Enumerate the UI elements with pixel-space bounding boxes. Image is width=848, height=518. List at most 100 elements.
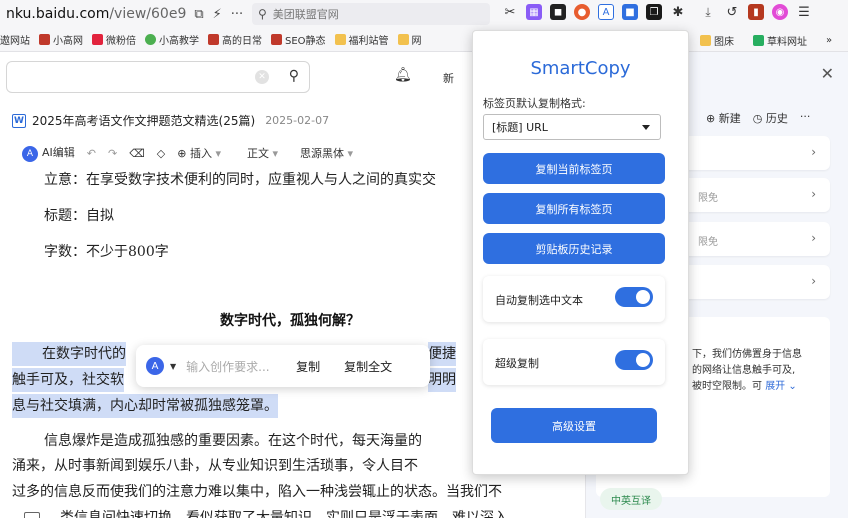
para1-line2-start: 触手可及，社交软 bbox=[12, 368, 124, 392]
lightning-icon[interactable]: ⚡ bbox=[213, 7, 222, 22]
folder-icon bbox=[397, 34, 409, 45]
more-icon[interactable]: ··· bbox=[800, 110, 811, 126]
bookmarks-overflow[interactable]: » bbox=[826, 35, 832, 46]
address-bar[interactable]: nku.baidu.com/view/60e9 bbox=[0, 6, 186, 22]
format-select[interactable]: [标题] URL bbox=[483, 114, 661, 140]
super-copy-toggle[interactable] bbox=[615, 350, 653, 370]
para2-line4: 类信息间快速切换，看似获取了大量知识，实则只是浮于表面，难以深入 bbox=[60, 510, 508, 518]
super-copy-label: 超级复制 bbox=[495, 357, 539, 370]
ai-logo-icon[interactable]: A bbox=[146, 357, 164, 375]
search-icon[interactable]: ⚲ bbox=[289, 68, 299, 84]
copy-all-tabs-button[interactable]: 复制所有标签页 bbox=[483, 193, 665, 224]
extension-dark-icon[interactable]: ◼ bbox=[550, 4, 566, 20]
close-icon[interactable]: ✕ bbox=[821, 64, 834, 83]
bookmark-item[interactable]: SEO静态 bbox=[271, 32, 326, 47]
translate-pill[interactable]: 中英互译 bbox=[600, 488, 662, 510]
chevron-right-icon: › bbox=[811, 145, 816, 159]
bell-icon[interactable]: 🔔︎ bbox=[394, 67, 412, 83]
word-doc-icon: W bbox=[12, 113, 26, 128]
style-select[interactable]: 正文 ▾ bbox=[247, 145, 278, 161]
auto-copy-toggle[interactable] bbox=[615, 287, 653, 307]
download-icon[interactable]: ⤓ bbox=[700, 4, 716, 20]
bookmark-item[interactable]: 微粉倍 bbox=[92, 32, 136, 47]
para2-line3: 过多的信息反而使我们的注意力难以集中，陷入一种浅尝辄止的状态。当我们不 bbox=[12, 484, 502, 500]
para2-line1: 信息爆炸是造成孤独感的重要因素。在这个时代，每天海量的 bbox=[44, 433, 422, 449]
doc-line-topic: 标题：自拟 bbox=[44, 208, 114, 224]
search-placeholder: 美团联盟官网 bbox=[272, 8, 339, 21]
chevron-right-icon: › bbox=[811, 231, 816, 245]
new-chat-button[interactable]: ⊕ 新建 bbox=[706, 110, 741, 126]
format-brush-icon[interactable]: ⌫ bbox=[129, 147, 145, 160]
eraser-icon[interactable]: ◇ bbox=[157, 147, 165, 160]
history-button[interactable]: ◷ 历史 bbox=[753, 110, 788, 126]
ai-prompt-input[interactable]: 输入创作要求... bbox=[186, 358, 286, 375]
para1-line3: 息与社交填满，内心却时常被孤独感笼罩。 bbox=[12, 394, 278, 418]
bookmark-item[interactable]: 小高教学 bbox=[145, 32, 199, 47]
menu-icon[interactable]: ☰ bbox=[796, 4, 812, 20]
bookmark-icon bbox=[271, 34, 282, 45]
clear-icon[interactable]: ✕ bbox=[255, 70, 269, 84]
smartcopy-extension-icon[interactable]: ❐ bbox=[646, 4, 662, 20]
doc-title: 2025年高考语文作文押题范文精选(25篇) bbox=[32, 114, 256, 128]
browser-search-box[interactable]: ⚲ 美团联盟官网 bbox=[252, 3, 490, 25]
extension-a-icon[interactable]: A bbox=[598, 4, 614, 20]
folder-icon bbox=[700, 34, 711, 46]
extension-purple-icon[interactable]: ▦ bbox=[526, 4, 542, 20]
font-select[interactable]: 思源黑体 ▾ bbox=[300, 145, 353, 161]
bookmark-item[interactable]: 遨网站 bbox=[0, 32, 30, 47]
chevron-down-icon[interactable]: ▼ bbox=[170, 362, 176, 371]
ai-logo-icon: A bbox=[22, 146, 38, 162]
popup-title: SmartCopy bbox=[530, 58, 631, 79]
bag-icon[interactable]: ▮ bbox=[748, 4, 764, 20]
para2-line2: 涌来，从时事新闻到娱乐八卦，从专业知识到生活琐事，令人目不 bbox=[12, 458, 418, 474]
doc-search-input[interactable]: ✕ ⚲ bbox=[6, 61, 310, 93]
super-copy-row: 超级复制 bbox=[483, 339, 665, 385]
ai-edit-button[interactable]: A AI编辑 bbox=[22, 144, 75, 162]
share-icon[interactable]: ⧉ bbox=[194, 7, 203, 22]
para1-line2-end: 明明 bbox=[428, 368, 456, 392]
chevron-down-icon bbox=[642, 125, 650, 130]
bookmark-item[interactable]: 高的日常 bbox=[208, 32, 262, 47]
auto-copy-label: 自动复制选中文本 bbox=[495, 294, 583, 307]
folder-icon bbox=[334, 34, 346, 45]
expand-link[interactable]: 展开 ⌄ bbox=[765, 381, 797, 392]
undo-icon[interactable]: ↺ bbox=[724, 4, 740, 20]
copy-all-button[interactable]: 复制全文 bbox=[344, 358, 392, 375]
copy-current-tab-button[interactable]: 复制当前标签页 bbox=[483, 153, 665, 184]
undo-icon[interactable]: ↶ bbox=[87, 147, 96, 160]
grid-icon bbox=[753, 34, 764, 46]
browser-toolbar: nku.baidu.com/view/60e9 ⧉ ⚡ ··· ⌄ ⚲ 美团联盟… bbox=[0, 0, 848, 28]
redo-icon[interactable]: ↷ bbox=[108, 147, 117, 160]
editor-toolbar: A AI编辑 ↶ ↷ ⌫ ◇ ⊕ 插入 ▾ 正文 ▾ 思源黑体 ▾ bbox=[22, 144, 353, 162]
bookmark-icon bbox=[39, 34, 50, 45]
advanced-settings-button[interactable]: 高级设置 bbox=[491, 408, 657, 443]
edit-icon[interactable] bbox=[24, 512, 40, 518]
bookmark-icon bbox=[92, 34, 103, 45]
more-icon[interactable]: ··· bbox=[231, 7, 243, 22]
chevron-right-icon: › bbox=[811, 274, 816, 288]
bookmark-folder[interactable]: 图床 bbox=[700, 33, 734, 48]
bookmark-icon bbox=[145, 34, 156, 45]
bookmark-folder[interactable]: 网 bbox=[397, 32, 422, 47]
para1-line1-start: 在数字时代的 bbox=[12, 342, 126, 366]
extension-circle-icon[interactable]: ◉ bbox=[772, 4, 788, 20]
scissors-icon[interactable]: ✂ bbox=[502, 4, 518, 20]
ai-floating-toolbar: A ▼ 输入创作要求... 复制 复制全文 bbox=[136, 345, 430, 387]
clipboard-history-button[interactable]: 剪贴板历史记录 bbox=[483, 233, 665, 264]
insert-button[interactable]: ⊕ 插入 ▾ bbox=[177, 145, 221, 161]
copy-button[interactable]: 复制 bbox=[296, 358, 320, 375]
new-label[interactable]: 新 bbox=[443, 70, 454, 86]
bookmark-icon bbox=[208, 34, 219, 45]
url-domain: nku.baidu.com bbox=[6, 6, 110, 22]
extension-blue-icon[interactable]: ■ bbox=[622, 4, 638, 20]
puzzle-icon[interactable]: ✱ bbox=[670, 4, 686, 20]
essay-heading: 数字时代，孤独何解？ bbox=[220, 313, 360, 329]
bookmarks-bar: 遨网站 小高网 微粉倍 小高教学 高的日常 SEO静态 福利站管 网 图床 草料… bbox=[0, 28, 848, 52]
bookmark-item[interactable]: 小高网 bbox=[39, 32, 83, 47]
search-icon: ⚲ bbox=[258, 7, 267, 21]
url-path: /view/60e9 bbox=[109, 6, 187, 22]
bookmark-item[interactable]: 草料网址 bbox=[753, 33, 807, 48]
extension-globe-icon[interactable]: ● bbox=[574, 4, 590, 20]
bookmark-folder[interactable]: 福利站管 bbox=[334, 32, 389, 47]
smartcopy-popup: SmartCopy 标签页默认复制格式: [标题] URL 复制当前标签页 复制… bbox=[472, 30, 689, 475]
